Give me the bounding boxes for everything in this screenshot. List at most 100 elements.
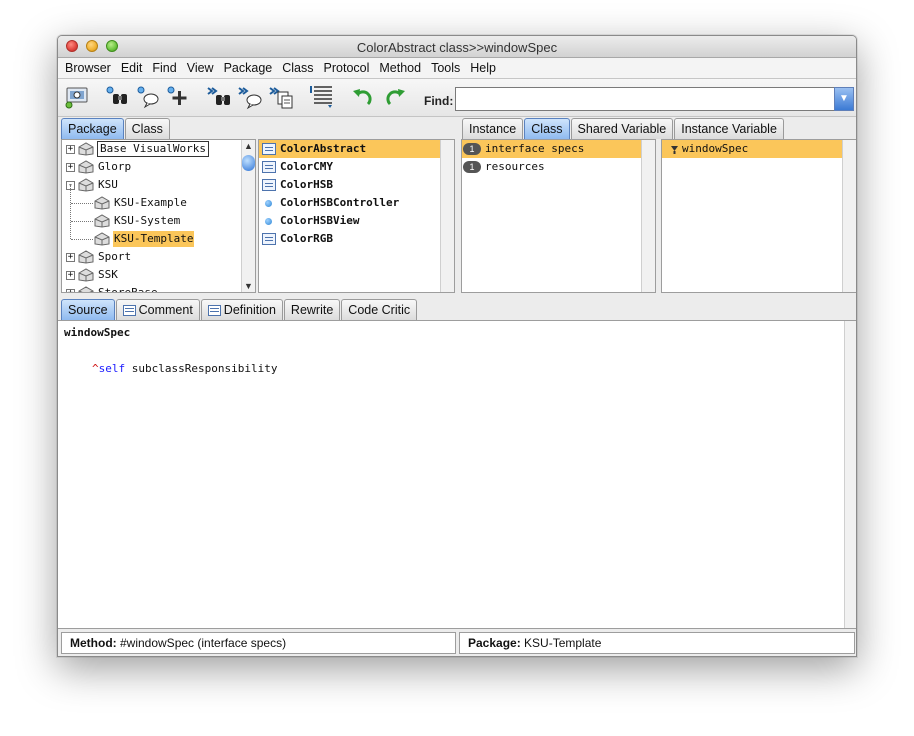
class-list[interactable]: ColorAbstract ColorCMY ColorHSB ColorHSB… — [258, 139, 455, 293]
protocol-label: resources — [485, 160, 545, 173]
tab-source[interactable]: Source — [61, 299, 115, 320]
class-dot-icon — [265, 218, 272, 225]
tab-code-critic-label: Code Critic — [348, 302, 411, 317]
protocol-item[interactable]: 1 resources — [462, 158, 641, 176]
add-method-icon[interactable] — [164, 83, 194, 111]
protocol-item-selected[interactable]: 1 interface specs — [462, 140, 641, 158]
method-item-selected[interactable]: windowSpec — [662, 140, 842, 158]
menu-view[interactable]: View — [183, 61, 218, 75]
menu-protocol[interactable]: Protocol — [320, 61, 374, 75]
protocol-label: interface specs — [485, 142, 585, 155]
status-method-label: Method: — [70, 636, 117, 650]
method-scrollbar[interactable] — [842, 140, 856, 292]
menu-find[interactable]: Find — [148, 61, 180, 75]
package-item[interactable]: - KSU — [62, 176, 255, 194]
redo-icon[interactable] — [380, 83, 410, 111]
tab-definition-label: Definition — [223, 302, 276, 317]
protocol-scrollbar[interactable] — [641, 140, 655, 292]
package-item[interactable]: + StoreBase — [62, 284, 255, 292]
chevron-down-icon: ▼ — [839, 93, 849, 104]
menu-class[interactable]: Class — [278, 61, 317, 75]
package-item-selected[interactable]: KSU-Template — [62, 230, 255, 248]
package-tree[interactable]: ▲ ▼ + Base VisualWorks + Glorp - KSU KSU… — [61, 139, 256, 293]
menu-edit[interactable]: Edit — [117, 61, 147, 75]
class-scrollbar[interactable] — [440, 140, 454, 292]
class-dot-icon — [265, 200, 272, 207]
status-method-value: #windowSpec (interface specs) — [116, 636, 287, 650]
expand-icon[interactable]: + — [66, 145, 75, 154]
package-item[interactable]: KSU-System — [62, 212, 255, 230]
title-bar[interactable]: ColorAbstract class>>windowSpec — [58, 36, 856, 58]
format-code-icon[interactable] — [308, 83, 338, 111]
code-scrollbar[interactable] — [844, 321, 856, 628]
browser-window: ColorAbstract class>>windowSpec Browser … — [57, 35, 857, 657]
copy-class-icon[interactable] — [267, 83, 297, 111]
tab-source-label: Source — [68, 302, 108, 317]
code-message: subclassResponsibility — [125, 362, 278, 375]
tab-class-side[interactable]: Class — [524, 118, 570, 139]
class-label: ColorHSB — [280, 178, 333, 191]
tab-class[interactable]: Class — [124, 118, 170, 139]
class-item-selected[interactable]: ColorAbstract — [259, 140, 440, 158]
package-item[interactable]: + Base VisualWorks — [62, 140, 255, 158]
package-item[interactable]: + Sport — [62, 248, 255, 266]
package-icon — [78, 250, 94, 264]
package-icon — [94, 196, 110, 210]
menu-help[interactable]: Help — [466, 61, 500, 75]
menu-browser[interactable]: Browser — [61, 61, 115, 75]
class-item[interactable]: ColorHSBController — [259, 194, 440, 212]
find-implementors-icon[interactable] — [103, 83, 133, 111]
method-body: ^self subclassResponsibility — [92, 362, 277, 375]
package-item[interactable]: + SSK — [62, 266, 255, 284]
find-dropdown-button[interactable]: ▼ — [834, 87, 854, 111]
package-icon — [94, 232, 110, 246]
tab-comment[interactable]: Comment — [115, 299, 200, 320]
tab-instance-label: Instance — [469, 121, 517, 136]
tab-instance[interactable]: Instance — [462, 118, 524, 139]
side-tabs: Instance Class Shared Variable Instance … — [462, 118, 785, 139]
code-editor[interactable]: windowSpec ^self subclassResponsibility — [58, 320, 856, 629]
class-item[interactable]: ColorHSBView — [259, 212, 440, 230]
tab-shared-variable[interactable]: Shared Variable — [570, 118, 674, 139]
tree-line — [71, 239, 93, 240]
protocol-list[interactable]: 1 interface specs 1 resources — [461, 139, 656, 293]
browse-window-icon[interactable] — [63, 83, 93, 111]
package-item[interactable]: + Glorp — [62, 158, 255, 176]
find-class-references-icon[interactable] — [205, 83, 235, 111]
navigator-tabs: Package Class — [61, 118, 171, 139]
tab-code-critic[interactable]: Code Critic — [341, 299, 418, 320]
protocol-count-badge: 1 — [463, 143, 481, 155]
expand-icon[interactable]: + — [66, 253, 75, 262]
package-item[interactable]: KSU-Example — [62, 185, 255, 239]
class-label: ColorHSBController — [280, 196, 400, 209]
tab-shared-variable-label: Shared Variable — [577, 121, 667, 136]
tab-instance-variable[interactable]: Instance Variable — [674, 118, 784, 139]
find-input[interactable] — [455, 87, 835, 111]
menu-package[interactable]: Package — [220, 61, 277, 75]
toolbar: Find: ▼ — [58, 79, 856, 117]
undo-icon[interactable] — [348, 83, 378, 111]
class-label: ColorRGB — [280, 232, 333, 245]
method-selector: windowSpec — [64, 326, 131, 339]
method-label: windowSpec — [682, 142, 749, 155]
comment-icon — [122, 304, 136, 316]
expand-icon[interactable]: + — [66, 271, 75, 280]
package-icon — [78, 178, 94, 192]
tab-package[interactable]: Package — [61, 118, 124, 139]
expand-icon[interactable]: + — [66, 163, 75, 172]
class-item[interactable]: ColorHSB — [259, 176, 440, 194]
menu-tools[interactable]: Tools — [427, 61, 464, 75]
method-list[interactable]: windowSpec — [661, 139, 856, 293]
class-senders-icon[interactable] — [236, 83, 266, 111]
tab-package-label: Package — [68, 121, 117, 136]
tab-definition[interactable]: Definition — [200, 299, 283, 320]
find-senders-icon[interactable] — [134, 83, 164, 111]
package-label: KSU — [98, 178, 118, 191]
expand-icon[interactable]: + — [66, 289, 75, 292]
tab-rewrite[interactable]: Rewrite — [283, 299, 341, 320]
status-package: Package: KSU-Template — [459, 632, 855, 654]
menu-method[interactable]: Method — [375, 61, 425, 75]
class-item[interactable]: ColorCMY — [259, 158, 440, 176]
class-item[interactable]: ColorRGB — [259, 230, 440, 248]
window-title: ColorAbstract class>>windowSpec — [356, 40, 558, 55]
